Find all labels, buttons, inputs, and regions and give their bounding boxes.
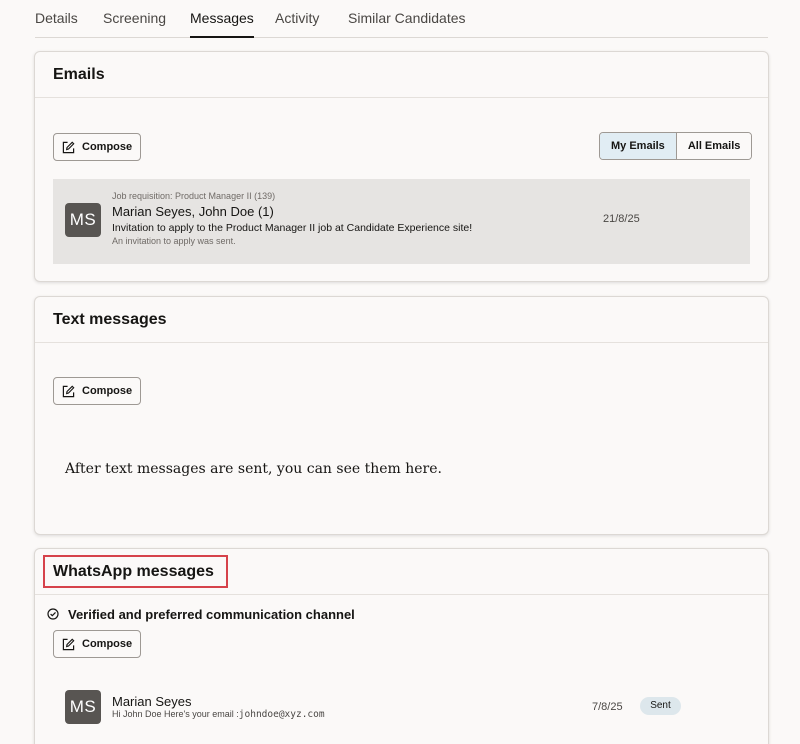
- whatsapp-preview-email: johndoe@xyz.com: [238, 709, 325, 720]
- tab-similar-candidates[interactable]: Similar Candidates: [348, 10, 466, 26]
- text-messages-section: Text messages Compose After text message…: [34, 296, 769, 535]
- status-badge: Sent: [640, 697, 681, 715]
- compose-icon: [62, 385, 75, 398]
- check-circle-icon: [47, 608, 59, 620]
- email-participants: Marian Seyes, John Doe (1): [112, 204, 274, 219]
- email-date: 21/8/25: [603, 213, 640, 225]
- tab-details[interactable]: Details: [35, 10, 78, 26]
- tab-bar: Details Screening Messages Activity Simi…: [35, 0, 768, 38]
- whatsapp-header: WhatsApp messages: [35, 549, 768, 595]
- tab-activity[interactable]: Activity: [275, 10, 319, 26]
- avatar: MS: [65, 203, 101, 237]
- whatsapp-section: WhatsApp messages Verified and preferred…: [34, 548, 769, 744]
- email-subject: Invitation to apply to the Product Manag…: [112, 222, 473, 234]
- compose-icon: [62, 141, 75, 154]
- compose-label: Compose: [82, 141, 133, 153]
- verified-channel-text: Verified and preferred communication cha…: [68, 607, 355, 622]
- avatar: MS: [65, 690, 101, 724]
- text-messages-title: Text messages: [53, 311, 167, 328]
- tab-screening[interactable]: Screening: [103, 10, 166, 26]
- whatsapp-compose-button[interactable]: Compose: [53, 630, 141, 658]
- verified-channel-note: Verified and preferred communication cha…: [47, 607, 355, 622]
- whatsapp-date: 7/8/25: [592, 701, 623, 713]
- whatsapp-title: WhatsApp messages: [53, 563, 214, 580]
- tab-messages[interactable]: Messages: [190, 10, 254, 38]
- compose-label: Compose: [82, 638, 133, 650]
- text-messages-empty-state: After text messages are sent, you can se…: [65, 461, 442, 477]
- email-list-item[interactable]: MS Job requisition: Product Manager II (…: [53, 179, 750, 264]
- whatsapp-preview-text: Hi John Doe Here's your email :: [112, 709, 239, 719]
- whatsapp-sender: Marian Seyes: [112, 694, 192, 709]
- emails-header: Emails: [35, 52, 768, 98]
- emails-compose-button[interactable]: Compose: [53, 133, 141, 161]
- email-requisition: Job requisition: Product Manager II (139…: [112, 191, 276, 201]
- all-emails-button[interactable]: All Emails: [676, 133, 752, 159]
- email-summary: An invitation to apply was sent.: [112, 236, 236, 246]
- emails-title: Emails: [53, 66, 105, 83]
- text-messages-header: Text messages: [35, 297, 768, 343]
- compose-label: Compose: [82, 385, 133, 397]
- compose-icon: [62, 638, 75, 651]
- email-filter-toggle: My Emails All Emails: [599, 132, 753, 160]
- whatsapp-list-item[interactable]: MS Marian Seyes Hi John Doe Here's your …: [53, 681, 750, 741]
- text-compose-button[interactable]: Compose: [53, 377, 141, 405]
- my-emails-button[interactable]: My Emails: [600, 133, 677, 159]
- whatsapp-preview: Hi John Doe Here's your email :johndoe@x…: [112, 709, 325, 720]
- emails-section: Emails Compose My Emails All Emails MS J…: [34, 51, 769, 282]
